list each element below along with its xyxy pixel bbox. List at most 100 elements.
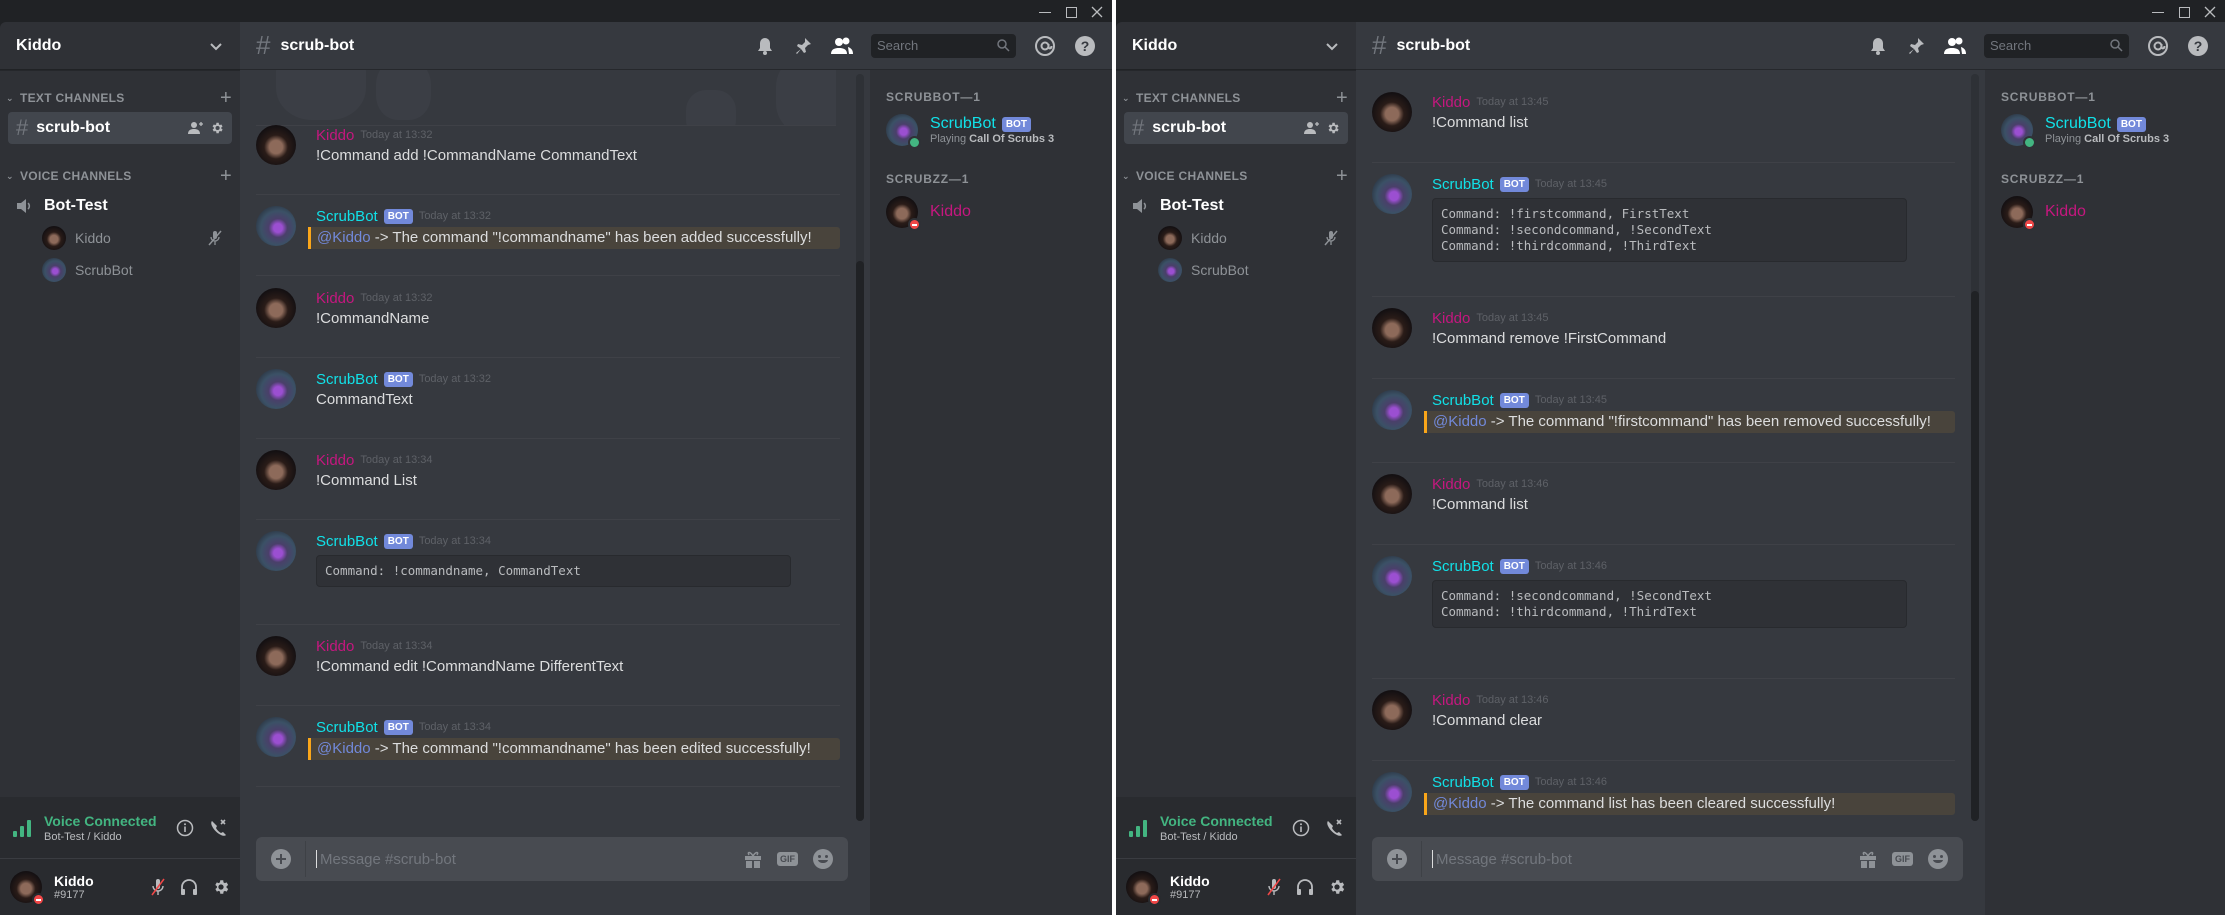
user-mention[interactable]: @Kiddo — [317, 229, 371, 246]
emoji-button[interactable] — [1927, 848, 1949, 870]
minimize-button[interactable] — [2147, 2, 2169, 20]
text-channels-category[interactable]: ⌄ TEXT CHANNELS + — [1116, 88, 1356, 108]
voice-channel-bot-test[interactable]: Bot-Test — [1124, 190, 1348, 222]
invite-icon[interactable] — [188, 121, 204, 135]
upload-button[interactable] — [256, 841, 306, 877]
avatar[interactable] — [256, 369, 296, 409]
add-channel-button[interactable]: + — [1336, 166, 1348, 186]
bell-icon[interactable] — [755, 36, 775, 56]
add-channel-button[interactable]: + — [220, 88, 232, 108]
avatar[interactable] — [1372, 390, 1412, 430]
avatar[interactable] — [256, 450, 296, 490]
text-channels-category[interactable]: ⌄ TEXT CHANNELS + — [0, 88, 240, 108]
avatar[interactable] — [1372, 556, 1412, 596]
help-icon[interactable]: ? — [1074, 35, 1096, 57]
avatar[interactable] — [1372, 174, 1412, 214]
settings-gear-icon[interactable] — [212, 878, 230, 896]
bell-icon[interactable] — [1868, 36, 1888, 56]
message-author[interactable]: ScrubBot — [316, 371, 378, 388]
pin-icon[interactable] — [793, 36, 813, 56]
voice-user-kiddo[interactable]: Kiddo — [42, 222, 240, 254]
scrollbar-thumb[interactable] — [856, 260, 864, 821]
user-mention[interactable]: @Kiddo — [317, 740, 371, 757]
close-button[interactable] — [2199, 2, 2221, 20]
voice-channel-bot-test[interactable]: Bot-Test — [8, 190, 232, 222]
message-author[interactable]: ScrubBot — [1432, 176, 1494, 193]
message-author[interactable]: ScrubBot — [1432, 558, 1494, 575]
scrollbar[interactable] — [1971, 74, 1979, 821]
scrollbar-thumb[interactable] — [1971, 290, 1979, 821]
avatar[interactable] — [256, 206, 296, 246]
disconnect-icon[interactable] — [208, 818, 228, 838]
gear-icon[interactable] — [210, 121, 224, 135]
maximize-button[interactable] — [2173, 2, 2195, 20]
avatar[interactable] — [1372, 772, 1412, 812]
message-author[interactable]: ScrubBot — [316, 719, 378, 736]
settings-gear-icon[interactable] — [1328, 878, 1346, 896]
members-icon[interactable] — [1944, 36, 1966, 56]
at-icon[interactable] — [2147, 35, 2169, 57]
message-author[interactable]: ScrubBot — [1432, 774, 1494, 791]
close-button[interactable] — [1086, 2, 1108, 20]
search-box[interactable] — [1984, 33, 2129, 58]
member-scrubbot[interactable]: ScrubBot BOT Playing Call Of Scrubs 3 — [2001, 112, 2225, 149]
voice-channels-category[interactable]: ⌄ VOICE CHANNELS + — [0, 166, 240, 186]
search-input[interactable] — [1990, 38, 2100, 53]
avatar[interactable] — [1372, 690, 1412, 730]
avatar[interactable] — [256, 636, 296, 676]
gif-button[interactable]: GIF — [1892, 852, 1913, 866]
avatar[interactable] — [256, 125, 296, 165]
voice-user-kiddo[interactable]: Kiddo — [1158, 222, 1356, 254]
message-input[interactable] — [1433, 839, 1858, 879]
message-author[interactable]: ScrubBot — [1432, 392, 1494, 409]
channel-item-scrub-bot[interactable]: # scrub-bot — [8, 112, 232, 144]
gift-button[interactable] — [743, 849, 763, 869]
message-author[interactable]: Kiddo — [1432, 310, 1470, 327]
info-icon[interactable] — [1292, 819, 1310, 837]
server-header[interactable]: Kiddo — [0, 22, 240, 70]
avatar[interactable] — [256, 531, 296, 571]
gif-button[interactable]: GIF — [777, 852, 798, 866]
voice-user-scrubbot[interactable]: ScrubBot — [42, 254, 240, 286]
emoji-button[interactable] — [812, 848, 834, 870]
message-author[interactable]: Kiddo — [316, 290, 354, 307]
user-avatar[interactable] — [1126, 871, 1161, 906]
members-icon[interactable] — [831, 36, 853, 56]
add-channel-button[interactable]: + — [220, 166, 232, 186]
disconnect-icon[interactable] — [1324, 818, 1344, 838]
voice-channels-category[interactable]: ⌄ VOICE CHANNELS + — [1116, 166, 1356, 186]
member-scrubbot[interactable]: ScrubBot BOT Playing Call Of Scrubs 3 — [886, 112, 1112, 149]
message-author[interactable]: Kiddo — [1432, 692, 1470, 709]
member-kiddo[interactable]: Kiddo — [886, 194, 1112, 231]
invite-icon[interactable] — [1304, 121, 1320, 135]
avatar[interactable] — [256, 717, 296, 757]
channel-item-scrub-bot[interactable]: # scrub-bot — [1124, 112, 1348, 144]
maximize-button[interactable] — [1060, 2, 1082, 20]
search-box[interactable] — [871, 33, 1016, 58]
message-author[interactable]: Kiddo — [316, 452, 354, 469]
gift-button[interactable] — [1858, 849, 1878, 869]
message-author[interactable]: ScrubBot — [316, 208, 378, 225]
minimize-button[interactable] — [1034, 2, 1056, 20]
voice-status[interactable]: Voice Connected — [44, 813, 162, 829]
gear-icon[interactable] — [1326, 121, 1340, 135]
avatar[interactable] — [256, 288, 296, 328]
message-author[interactable]: Kiddo — [1432, 476, 1470, 493]
help-icon[interactable]: ? — [2187, 35, 2209, 57]
mic-muted-icon[interactable] — [1266, 877, 1282, 897]
user-mention[interactable]: @Kiddo — [1433, 795, 1487, 812]
avatar[interactable] — [1372, 474, 1412, 514]
search-input[interactable] — [877, 38, 987, 53]
mic-muted-icon[interactable] — [150, 877, 166, 897]
info-icon[interactable] — [176, 819, 194, 837]
user-avatar[interactable] — [10, 871, 45, 906]
avatar[interactable] — [1372, 92, 1412, 132]
voice-status[interactable]: Voice Connected — [1160, 813, 1278, 829]
member-kiddo[interactable]: Kiddo — [2001, 194, 2225, 231]
message-author[interactable]: Kiddo — [1432, 94, 1470, 111]
user-mention[interactable]: @Kiddo — [1433, 413, 1487, 430]
server-header[interactable]: Kiddo — [1116, 22, 1356, 70]
message-author[interactable]: Kiddo — [316, 127, 354, 144]
message-author[interactable]: Kiddo — [316, 638, 354, 655]
at-icon[interactable] — [1034, 35, 1056, 57]
